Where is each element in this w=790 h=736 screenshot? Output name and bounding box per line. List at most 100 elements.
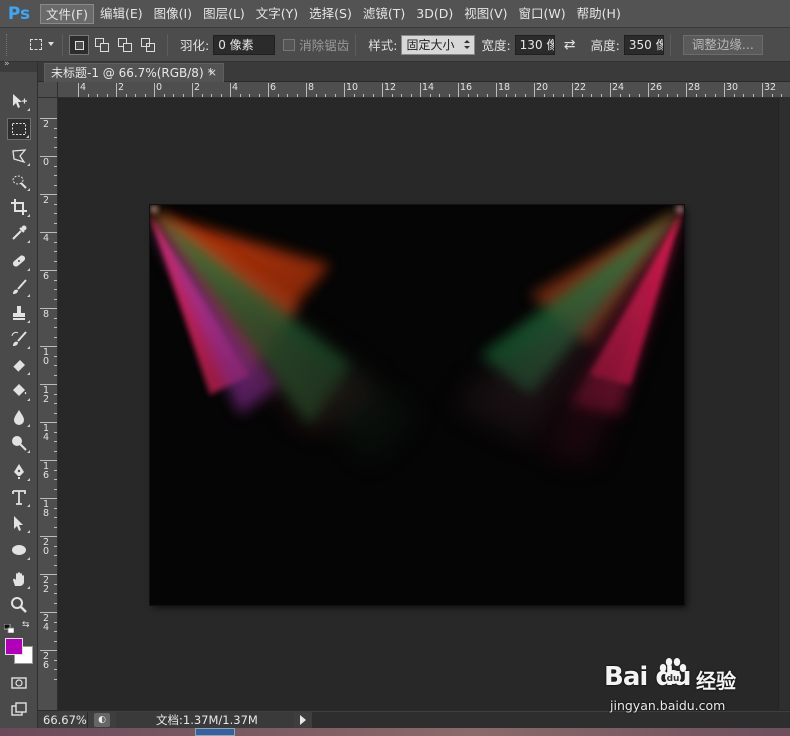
tool-preset-picker[interactable] bbox=[16, 34, 56, 56]
intersect-selection-button[interactable] bbox=[138, 35, 158, 55]
ellipse-tool-icon[interactable] bbox=[7, 539, 31, 561]
new-selection-icon bbox=[75, 40, 84, 50]
menu-file[interactable]: 文件(F) bbox=[40, 3, 94, 24]
taskbar-app-button[interactable] bbox=[195, 728, 235, 736]
antialias-checkbox[interactable] bbox=[283, 38, 296, 51]
divider bbox=[669, 33, 671, 56]
healing-brush-tool-icon[interactable] bbox=[7, 250, 31, 272]
brush-tool-icon[interactable] bbox=[7, 276, 31, 298]
ruler-label: 12 bbox=[42, 385, 50, 405]
eraser-tool-icon[interactable] bbox=[7, 354, 31, 376]
swap-dimensions-icon[interactable]: ⇄ bbox=[561, 36, 579, 54]
menu-filter[interactable]: 滤镜(T) bbox=[358, 4, 410, 24]
photoshop-window: Ps 文件(F) 编辑(E) 图像(I) 图层(L) 文字(Y) 选择(S) 滤… bbox=[0, 0, 790, 736]
status-info-icon[interactable]: ◐ bbox=[94, 712, 110, 727]
ruler-label: 22 bbox=[42, 575, 50, 595]
menu-window[interactable]: 窗口(W) bbox=[514, 4, 571, 24]
ruler-major-tick bbox=[420, 83, 421, 97]
ruler-label: 24 bbox=[612, 82, 625, 93]
ruler-label: 18 bbox=[42, 499, 50, 519]
quick-mask-icon[interactable] bbox=[7, 672, 31, 694]
type-tool-icon[interactable] bbox=[7, 486, 31, 508]
os-taskbar bbox=[0, 728, 790, 736]
options-grip[interactable] bbox=[6, 33, 12, 56]
ruler-label: 2 bbox=[42, 195, 50, 206]
ruler-major-tick bbox=[458, 83, 459, 97]
baidu-jingyan-watermark: Bai du du 经验 jingyan.baidu.com bbox=[604, 654, 754, 718]
close-tab-icon[interactable]: × bbox=[208, 64, 217, 82]
ruler-label: 10 bbox=[42, 347, 50, 367]
pen-tool-icon[interactable] bbox=[7, 460, 31, 482]
menu-help[interactable]: 帮助(H) bbox=[572, 4, 626, 24]
crop-tool-icon[interactable] bbox=[7, 196, 31, 218]
menu-type[interactable]: 文字(Y) bbox=[251, 4, 303, 24]
right-spotlight bbox=[450, 209, 682, 465]
menu-layer[interactable]: 图层(L) bbox=[198, 4, 250, 24]
quick-selection-tool-icon[interactable] bbox=[7, 170, 31, 192]
ruler-label: 16 bbox=[42, 461, 50, 481]
feather-input[interactable]: 0 像素 bbox=[213, 34, 276, 55]
feather-label: 羽化: bbox=[180, 38, 210, 53]
hand-tool-icon[interactable] bbox=[7, 568, 31, 590]
ruler-label: 32 bbox=[764, 82, 777, 93]
vertical-ruler[interactable]: 202468101214161820222426 bbox=[38, 82, 58, 710]
ruler-label: 22 bbox=[574, 82, 587, 93]
ruler-label: 20 bbox=[42, 537, 50, 557]
ruler-label: 14 bbox=[422, 82, 435, 93]
eyedropper-tool-icon[interactable] bbox=[7, 222, 31, 244]
lasso-tool-icon[interactable] bbox=[7, 145, 31, 167]
ruler-label: 20 bbox=[536, 82, 549, 93]
ruler-label: 4 bbox=[232, 82, 239, 93]
ruler-major-tick bbox=[344, 83, 345, 97]
default-colors-icon[interactable] bbox=[3, 622, 15, 634]
subtract-selection-button[interactable] bbox=[115, 35, 135, 55]
add-selection-icon-b bbox=[100, 42, 109, 52]
zoom-level-field[interactable]: 66.67% bbox=[38, 711, 88, 728]
tools-panel-header[interactable] bbox=[0, 59, 37, 72]
style-select[interactable]: 固定大小 bbox=[401, 34, 476, 55]
watermark-url: jingyan.baidu.com bbox=[610, 698, 726, 713]
intersect-selection-icon-b bbox=[146, 42, 155, 52]
move-tool-icon[interactable] bbox=[7, 90, 31, 112]
add-selection-button[interactable] bbox=[92, 35, 112, 55]
antialias-label: 消除锯齿 bbox=[299, 38, 350, 53]
path-selection-tool-icon[interactable] bbox=[7, 512, 31, 534]
foreground-color-swatch[interactable] bbox=[5, 638, 23, 655]
menu-bar: Ps 文件(F) 编辑(E) 图像(I) 图层(L) 文字(Y) 选择(S) 滤… bbox=[0, 0, 790, 28]
swap-colors-icon[interactable]: ⇆ bbox=[22, 620, 30, 630]
ruler-label: 28 bbox=[688, 82, 701, 93]
menu-edit[interactable]: 编辑(E) bbox=[95, 4, 148, 24]
vertical-scrollbar[interactable] bbox=[778, 98, 790, 710]
paint-bucket-tool-icon[interactable] bbox=[7, 380, 31, 402]
document-tab[interactable]: 未标题-1 @ 66.7%(RGB/8) * × bbox=[44, 63, 224, 82]
ps-logo: Ps bbox=[7, 3, 31, 24]
horizontal-ruler[interactable]: 4 2 0 2 4 6 8 10 12 14 16 18 20 22 24 26 28 30 32 bbox=[58, 82, 790, 98]
menu-view[interactable]: 视图(V) bbox=[459, 4, 512, 24]
clone-stamp-tool-icon[interactable] bbox=[7, 302, 31, 324]
zoom-tool-icon[interactable] bbox=[7, 594, 31, 616]
history-brush-tool-icon[interactable] bbox=[7, 328, 31, 350]
spotlight-artwork bbox=[150, 205, 684, 465]
new-selection-button[interactable] bbox=[69, 34, 89, 55]
ruler-origin[interactable] bbox=[38, 82, 58, 98]
image-canvas[interactable] bbox=[150, 205, 684, 605]
ruler-label: 6 bbox=[42, 271, 50, 282]
height-input[interactable]: 350 像 bbox=[623, 34, 664, 55]
menu-3d[interactable]: 3D(D) bbox=[411, 4, 458, 24]
refine-edge-button[interactable]: 调整边缘... bbox=[682, 34, 763, 55]
menu-select[interactable]: 选择(S) bbox=[304, 4, 357, 24]
rect-marquee-tool-icon[interactable] bbox=[7, 118, 31, 140]
status-menu-arrow-icon[interactable] bbox=[300, 714, 306, 725]
ruler-label: 24 bbox=[42, 613, 50, 633]
ruler-label: 16 bbox=[460, 82, 473, 93]
ruler-major-tick bbox=[382, 83, 383, 97]
blur-tool-icon[interactable] bbox=[7, 406, 31, 428]
width-input[interactable]: 130 像 bbox=[514, 34, 555, 55]
menu-image[interactable]: 图像(I) bbox=[149, 4, 197, 24]
ruler-label: 0 bbox=[156, 82, 163, 93]
ruler-label: 26 bbox=[650, 82, 663, 93]
dodge-tool-icon[interactable] bbox=[7, 432, 31, 454]
style-select-value: 固定大小 bbox=[406, 37, 455, 52]
screen-mode-icon[interactable] bbox=[7, 698, 31, 720]
ruler-major-tick bbox=[762, 83, 763, 97]
